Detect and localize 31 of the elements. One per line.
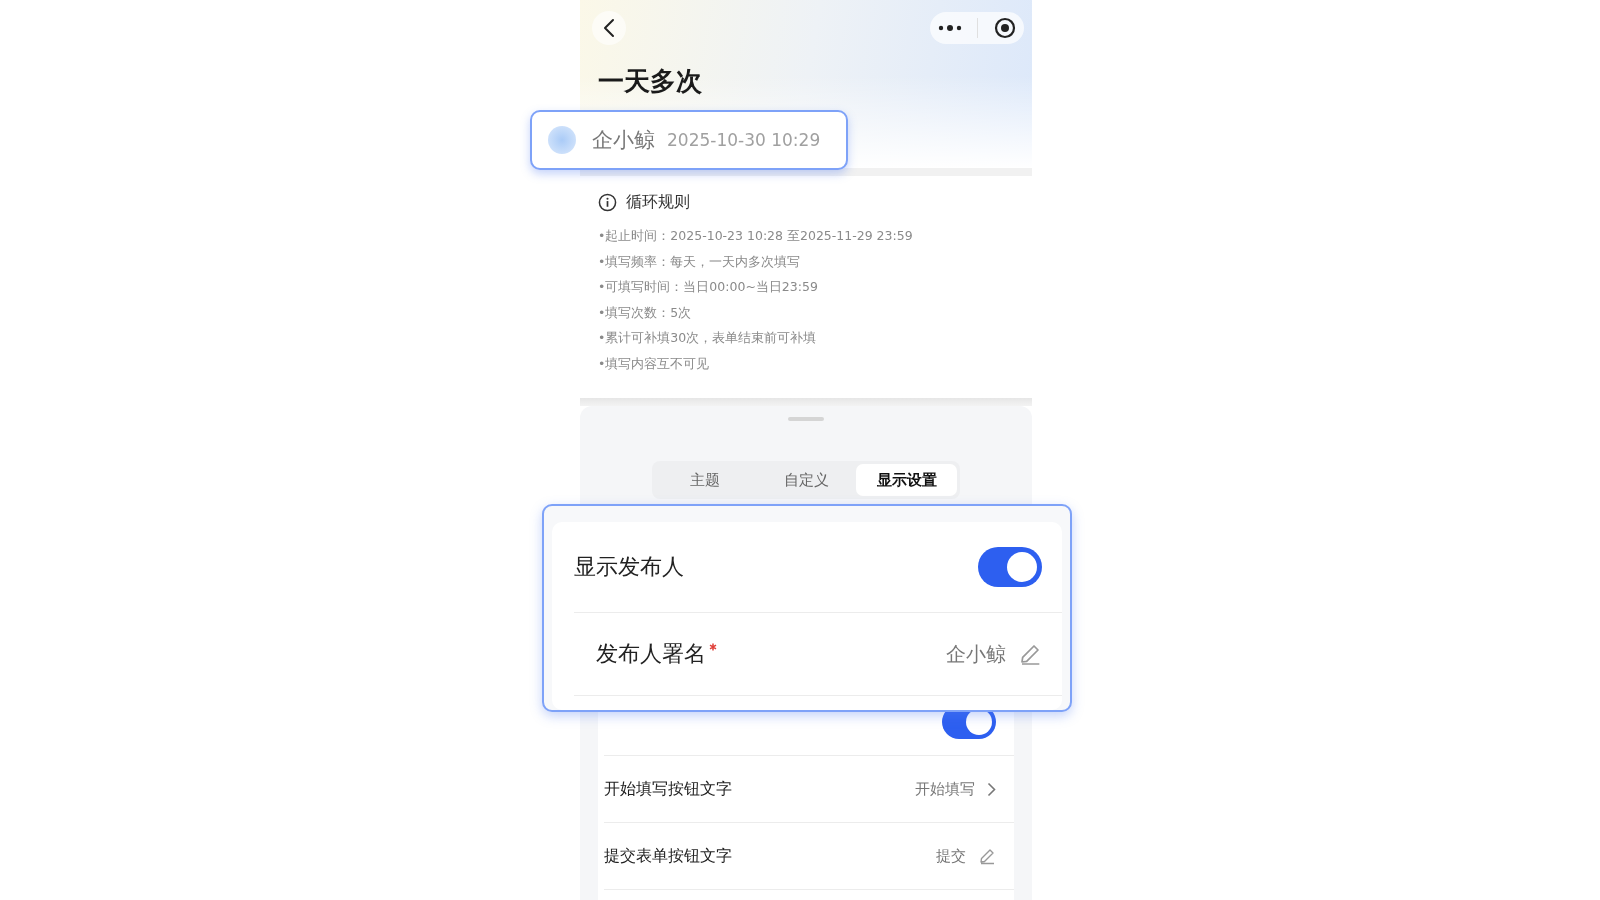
setting-value: 提交 bbox=[936, 846, 966, 866]
back-button[interactable] bbox=[592, 11, 626, 45]
avatar bbox=[548, 126, 576, 154]
tab[interactable]: 主题 bbox=[655, 464, 756, 496]
setting-value: 企小鲸 bbox=[946, 640, 1006, 668]
pencil-icon[interactable] bbox=[1018, 642, 1042, 666]
toggle-switch[interactable] bbox=[978, 547, 1042, 587]
target-icon[interactable] bbox=[994, 17, 1017, 39]
rule-text: •填写内容互不可见 bbox=[598, 354, 711, 373]
rule-text: •填写次数：5次 bbox=[598, 303, 693, 322]
sheet-handle[interactable] bbox=[788, 417, 824, 421]
rule-text: •累计可补填30次，表单结束前可补填 bbox=[598, 329, 818, 347]
publish-time: 2025-10-30 10:29 bbox=[667, 130, 821, 150]
back-icon bbox=[603, 18, 615, 38]
setting-label: 提交表单按钮文字 bbox=[604, 845, 732, 867]
tab[interactable]: 自定义 bbox=[755, 464, 857, 496]
more-icon[interactable] bbox=[937, 24, 962, 32]
page-title: 一天多次 bbox=[598, 65, 703, 98]
rules-title: 循环规则 bbox=[626, 192, 690, 213]
rule-text: •可填写时间：当日00:00~当日23:59 bbox=[598, 278, 819, 296]
chevron-right-icon[interactable] bbox=[987, 781, 996, 797]
pencil-icon[interactable] bbox=[978, 847, 996, 865]
setting-label: 发布人署名 bbox=[596, 639, 717, 669]
tab[interactable]: 显示设置 bbox=[856, 464, 957, 496]
setting-value: 开始填写 bbox=[915, 779, 975, 799]
setting-label: 显示发布人 bbox=[574, 553, 684, 581]
rule-text: •起止时间：2025-10-23 10:28 至2025-11-29 23:59 bbox=[598, 227, 914, 245]
info-icon bbox=[598, 193, 617, 212]
publisher-name: 企小鲸 bbox=[592, 127, 655, 154]
rule-text: •填写频率：每天，一天内多次填写 bbox=[598, 252, 802, 271]
setting-label: 开始填写按钮文字 bbox=[604, 778, 732, 800]
